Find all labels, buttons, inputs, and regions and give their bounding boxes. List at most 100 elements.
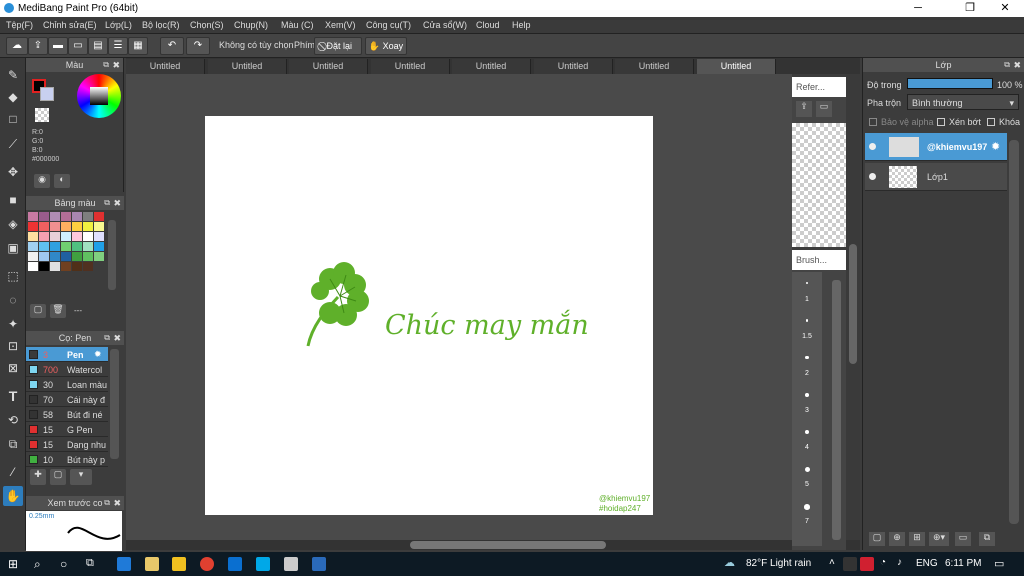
- palette-swatch[interactable]: [50, 232, 60, 241]
- palette-swatch[interactable]: [61, 252, 71, 261]
- brush-size-dot[interactable]: [805, 319, 809, 322]
- brush-size-scrollbar[interactable]: [832, 280, 841, 540]
- color-square[interactable]: [90, 87, 108, 105]
- palette-swatch[interactable]: [50, 242, 60, 251]
- brush-item[interactable]: 58 Bút đi né: [26, 407, 108, 422]
- palette-swatch[interactable]: [61, 212, 71, 221]
- chevron-up-icon[interactable]: ˄: [829, 557, 835, 568]
- brush-size-dot[interactable]: [804, 467, 810, 472]
- brush-size-dot[interactable]: [805, 393, 809, 397]
- folder-icon[interactable]: ▭: [816, 101, 832, 117]
- tab-document[interactable]: Untitled: [615, 59, 694, 74]
- close-button[interactable]: ✕: [990, 1, 1020, 15]
- add-layer-menu-icon[interactable]: ⊕▾: [929, 532, 949, 546]
- color-picker-icon[interactable]: ◐: [54, 174, 70, 188]
- float-icon[interactable]: ⧉: [104, 496, 110, 510]
- brush-tool-icon[interactable]: ✎: [3, 65, 23, 85]
- merge-layer-icon[interactable]: ⊞: [909, 532, 925, 546]
- palette-swatch[interactable]: [28, 232, 38, 241]
- palette-swatch[interactable]: [94, 212, 104, 221]
- fill-rect-tool-icon[interactable]: ■: [3, 190, 23, 210]
- palette-swatch[interactable]: [61, 232, 71, 241]
- brush-item[interactable]: 15 G Pen: [26, 422, 108, 437]
- trash-icon[interactable]: 🗑: [50, 304, 66, 318]
- float-icon[interactable]: ⧉: [104, 331, 110, 345]
- new-palette-icon[interactable]: ▢: [30, 304, 46, 318]
- zalo-icon[interactable]: [228, 557, 242, 571]
- clip-checkbox[interactable]: [937, 118, 945, 126]
- weather-text[interactable]: 82°F Light rain: [746, 558, 811, 569]
- protect-alpha-checkbox[interactable]: [869, 118, 877, 126]
- tab-document[interactable]: Untitled: [452, 59, 531, 74]
- folder-icon[interactable]: ▭: [955, 532, 971, 546]
- palette-swatch[interactable]: [50, 222, 60, 231]
- divide-tool-icon[interactable]: ⧉: [3, 434, 23, 454]
- brush-size-dot[interactable]: [806, 282, 808, 284]
- float-icon[interactable]: ⧉: [104, 196, 110, 210]
- message-icon[interactable]: ▭: [68, 37, 88, 55]
- menu-file[interactable]: Tệp(F): [6, 20, 33, 30]
- close-icon[interactable]: ✖: [113, 196, 121, 210]
- color-wheel[interactable]: [77, 74, 121, 118]
- add-brush-icon[interactable]: ✚: [30, 469, 46, 485]
- search-icon[interactable]: ⌕: [34, 557, 41, 572]
- eye-icon[interactable]: [869, 143, 876, 150]
- brush-item[interactable]: 3 Pen ✹: [26, 347, 108, 362]
- operation-tool-icon[interactable]: ⟲: [3, 410, 23, 430]
- close-icon[interactable]: ✖: [1013, 58, 1021, 72]
- drawing-canvas[interactable]: Chúc may mắn @khiemvu197 #hoidap247: [205, 116, 653, 515]
- layer-row-selected[interactable]: @khiemvu197 ✹: [865, 133, 1007, 161]
- skype-icon[interactable]: [256, 557, 270, 571]
- palette-swatch[interactable]: [94, 232, 104, 241]
- windows-start-icon[interactable]: ⊞: [8, 557, 18, 571]
- palette-swatch[interactable]: [39, 222, 49, 231]
- eye-icon[interactable]: [869, 173, 876, 180]
- tab-document[interactable]: Untitled: [371, 59, 450, 74]
- notification-icon[interactable]: ▭: [994, 557, 1004, 570]
- palette-swatch[interactable]: [83, 262, 93, 271]
- palette-swatch[interactable]: [83, 212, 93, 221]
- copy-layer-icon[interactable]: ⊕: [889, 532, 905, 546]
- eyedropper-icon[interactable]: ⁄: [3, 462, 23, 482]
- menu-layer[interactable]: Lớp(L): [105, 20, 132, 30]
- vertical-scroll-thumb[interactable]: [849, 244, 857, 364]
- wifi-icon[interactable]: ◔: [880, 557, 886, 568]
- brush-size-dot[interactable]: [804, 430, 810, 435]
- volume-icon[interactable]: ♪: [897, 557, 902, 568]
- reset-button[interactable]: ⃠ Đặt lại: [314, 37, 362, 55]
- palette-swatch[interactable]: [28, 262, 38, 271]
- hand-tool-icon[interactable]: ✋: [3, 486, 23, 506]
- grid-icon[interactable]: ▦: [128, 37, 148, 55]
- magic-wand-icon[interactable]: ✦: [3, 314, 23, 334]
- eraser-tool-icon[interactable]: ◆: [3, 87, 23, 107]
- cortana-icon[interactable]: ○: [60, 557, 67, 571]
- select-pen-icon[interactable]: ⊡: [3, 336, 23, 356]
- brush-item[interactable]: 10 Bút này p: [26, 452, 108, 467]
- menu-view[interactable]: Xem(V): [325, 20, 356, 30]
- palette-swatch[interactable]: [39, 262, 49, 271]
- edge-icon[interactable]: [117, 557, 131, 571]
- menu-window[interactable]: Cửa sổ(W): [423, 20, 467, 30]
- palette-swatch[interactable]: [83, 252, 93, 261]
- menu-color[interactable]: Màu (C): [281, 20, 314, 30]
- palette-swatch[interactable]: [72, 242, 82, 251]
- close-icon[interactable]: ✖: [113, 331, 121, 345]
- menu-filter[interactable]: Bộ lọc(R): [142, 20, 180, 30]
- tray-v-icon[interactable]: [860, 557, 874, 571]
- gradient-tool-icon[interactable]: ▣: [3, 238, 23, 258]
- tab-document[interactable]: Untitled: [289, 59, 368, 74]
- bucket-tool-icon[interactable]: ◈: [3, 214, 23, 234]
- brush-item[interactable]: 700 Watercol: [26, 362, 108, 377]
- duplicate-icon[interactable]: ⧉: [979, 532, 995, 546]
- list-icon[interactable]: ☰: [108, 37, 128, 55]
- palette-swatch[interactable]: [39, 212, 49, 221]
- close-icon[interactable]: ✖: [113, 496, 121, 510]
- shape-tool-icon[interactable]: □: [3, 109, 23, 129]
- close-icon[interactable]: ✖: [112, 58, 120, 72]
- palette-swatch[interactable]: [39, 242, 49, 251]
- palette-swatch[interactable]: [94, 252, 104, 261]
- document-icon[interactable]: ▤: [88, 37, 108, 55]
- horizontal-scrollbar[interactable]: [126, 540, 860, 550]
- palette-swatch[interactable]: [61, 242, 71, 251]
- tab-document-active[interactable]: Untitled: [697, 59, 776, 74]
